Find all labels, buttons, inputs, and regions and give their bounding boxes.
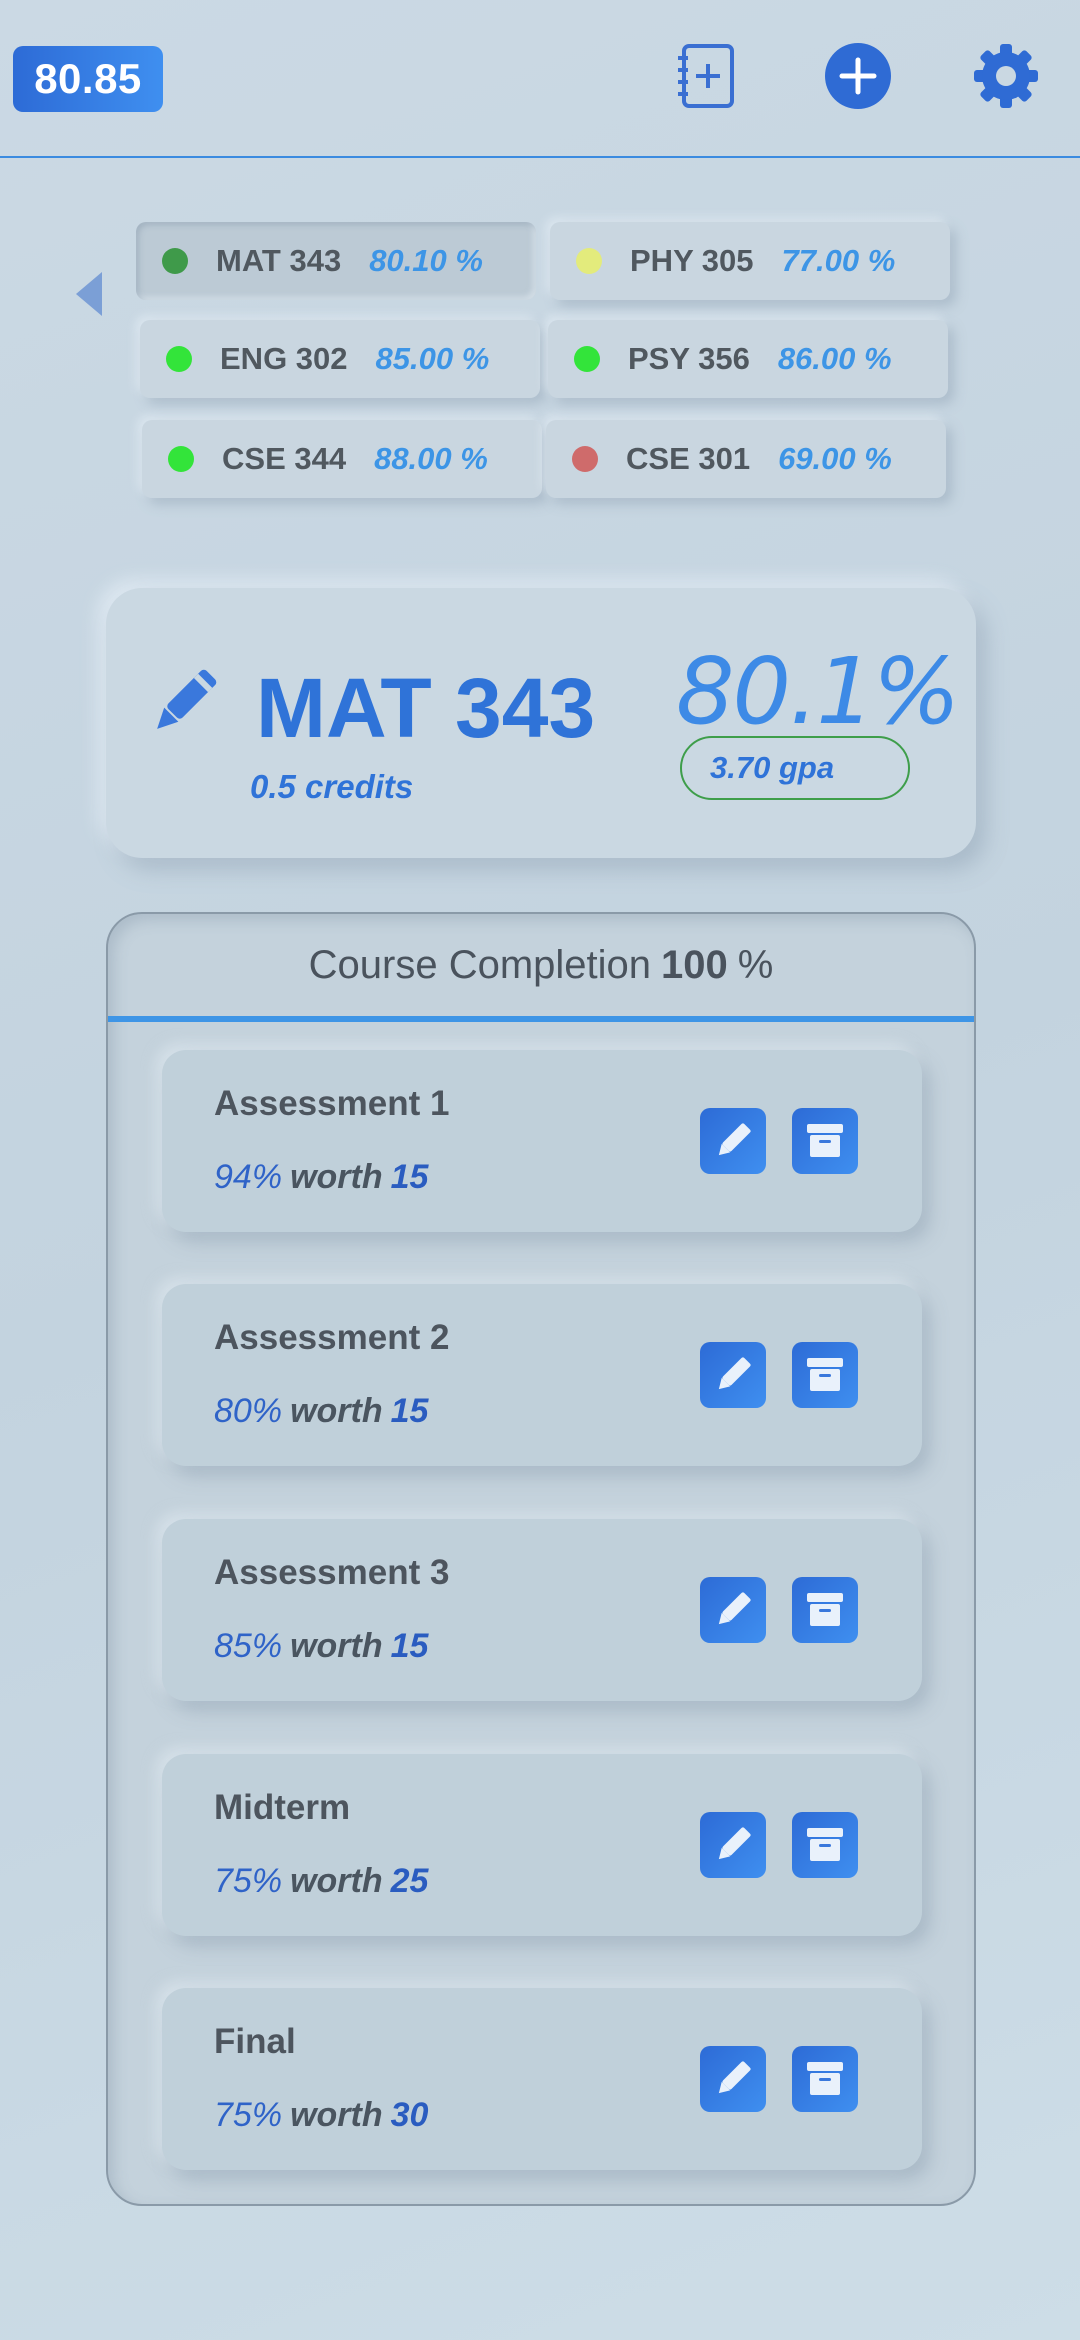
archive-assessment-button[interactable] xyxy=(792,1108,858,1174)
assessment-card[interactable]: Assessment 2 80% worth 15 xyxy=(162,1284,922,1466)
archive-assessment-button[interactable] xyxy=(792,1342,858,1408)
archive-icon xyxy=(807,1124,843,1157)
archive-icon xyxy=(807,1593,843,1626)
worth-label: worth xyxy=(290,2096,383,2134)
course-chip[interactable]: CSE 301 69.00 % xyxy=(546,420,946,498)
selected-course-card: MAT 343 0.5 credits 80.1% 3.70 gpa xyxy=(106,588,976,858)
course-chip[interactable]: CSE 344 88.00 % xyxy=(142,420,542,498)
course-grade: 80.1% xyxy=(676,638,960,745)
course-code: PSY 356 xyxy=(628,341,750,376)
pencil-icon[interactable] xyxy=(148,666,220,738)
notebook-add-icon[interactable] xyxy=(670,40,742,112)
archive-assessment-button[interactable] xyxy=(792,2046,858,2112)
course-credits: 0.5 credits xyxy=(250,768,414,805)
assessment-card[interactable]: Assessment 1 94% worth 15 xyxy=(162,1050,922,1232)
pencil-icon xyxy=(718,1827,751,1860)
assessment-score: 80% worth 15 xyxy=(214,1392,428,1431)
assessment-percent: 85% xyxy=(214,1627,283,1665)
assessment-name: Midterm xyxy=(214,1788,351,1827)
assessment-percent: 80% xyxy=(214,1392,283,1430)
pencil-icon xyxy=(718,2061,751,2094)
course-percent: 80.10 % xyxy=(369,243,483,278)
edit-assessment-button[interactable] xyxy=(700,1577,766,1643)
top-bar: 80.85 xyxy=(0,0,1080,158)
assessments-panel: Course Completion 100 % Assessment 1 94% w… xyxy=(106,912,976,2206)
assessment-card[interactable]: Midterm 75% worth 25 xyxy=(162,1754,922,1936)
course-code: PHY 305 xyxy=(630,243,754,278)
assessment-card[interactable]: Final 75% worth 30 xyxy=(162,1988,922,2170)
worth-label: worth xyxy=(290,1158,383,1196)
assessment-score: 85% worth 15 xyxy=(214,1627,428,1666)
pencil-icon xyxy=(718,1357,751,1390)
assessment-percent: 94% xyxy=(214,1158,283,1196)
course-chip[interactable]: PSY 356 86.00 % xyxy=(548,320,948,398)
archive-icon xyxy=(807,2062,843,2095)
assessment-weight: 15 xyxy=(390,1627,429,1665)
assessment-percent: 75% xyxy=(214,2096,283,2134)
course-percent: 77.00 % xyxy=(781,243,896,278)
gpa-badge: 3.70 gpa xyxy=(680,736,910,800)
course-percent: 69.00 % xyxy=(778,441,892,476)
assessment-weight: 15 xyxy=(390,1392,429,1430)
assessment-percent: 75% xyxy=(214,1862,283,1900)
assessment-name: Final xyxy=(214,2022,296,2061)
pencil-icon xyxy=(718,1592,751,1625)
edit-assessment-button[interactable] xyxy=(700,1108,766,1174)
archive-assessment-button[interactable] xyxy=(792,1812,858,1878)
status-dot xyxy=(572,446,598,472)
assessment-weight: 30 xyxy=(390,2096,429,2134)
overall-average-badge[interactable]: 80.85 xyxy=(13,46,163,112)
completion-label: Course Completion xyxy=(308,942,652,987)
status-dot xyxy=(168,446,194,472)
course-percent: 88.00 % xyxy=(374,441,488,476)
assessment-score: 75% worth 25 xyxy=(214,1862,428,1901)
app-screen: 80.85 MAT 343 80.10 % PHY 305 77.00 % EN… xyxy=(0,0,1080,2340)
assessment-name: Assessment 1 xyxy=(214,1084,450,1123)
assessment-card[interactable]: Assessment 3 85% worth 15 xyxy=(162,1519,922,1701)
archive-assessment-button[interactable] xyxy=(792,1577,858,1643)
edit-assessment-button[interactable] xyxy=(700,1812,766,1878)
status-dot xyxy=(574,346,600,372)
archive-icon xyxy=(807,1828,843,1861)
archive-icon xyxy=(807,1358,843,1391)
course-code: MAT 343 xyxy=(216,243,342,278)
worth-label: worth xyxy=(290,1627,383,1665)
completion-unit: % xyxy=(737,942,774,987)
course-chip[interactable]: MAT 343 80.10 % xyxy=(136,222,536,300)
worth-label: worth xyxy=(290,1392,383,1430)
add-course-button[interactable] xyxy=(822,40,894,112)
course-code: CSE 301 xyxy=(626,441,751,476)
course-chip[interactable]: ENG 302 85.00 % xyxy=(140,320,540,398)
pencil-icon xyxy=(718,1123,751,1156)
course-chip[interactable]: PHY 305 77.00 % xyxy=(550,222,950,300)
assessment-score: 75% worth 30 xyxy=(214,2096,428,2135)
course-completion-header: Course Completion 100 % xyxy=(108,914,974,1022)
status-dot xyxy=(166,346,192,372)
course-code: CSE 344 xyxy=(222,441,347,476)
assessment-name: Assessment 2 xyxy=(214,1318,450,1357)
settings-button[interactable] xyxy=(970,40,1042,112)
caret-left-icon[interactable] xyxy=(76,272,102,316)
course-percent: 85.00 % xyxy=(375,341,490,376)
assessment-score: 94% worth 15 xyxy=(214,1158,428,1197)
course-percent: 86.00 % xyxy=(777,341,892,376)
completion-value: 100 xyxy=(661,942,728,987)
assessment-weight: 15 xyxy=(390,1158,429,1196)
course-code: ENG 302 xyxy=(220,341,348,376)
plus-circle-icon xyxy=(825,43,891,109)
edit-assessment-button[interactable] xyxy=(700,2046,766,2112)
edit-assessment-button[interactable] xyxy=(700,1342,766,1408)
course-title: MAT 343 xyxy=(256,661,596,755)
assessment-name: Assessment 3 xyxy=(214,1553,450,1592)
status-dot xyxy=(162,248,188,274)
gear-icon xyxy=(974,44,1038,108)
status-dot xyxy=(576,248,602,274)
worth-label: worth xyxy=(290,1862,383,1900)
assessment-weight: 25 xyxy=(390,1862,429,1900)
